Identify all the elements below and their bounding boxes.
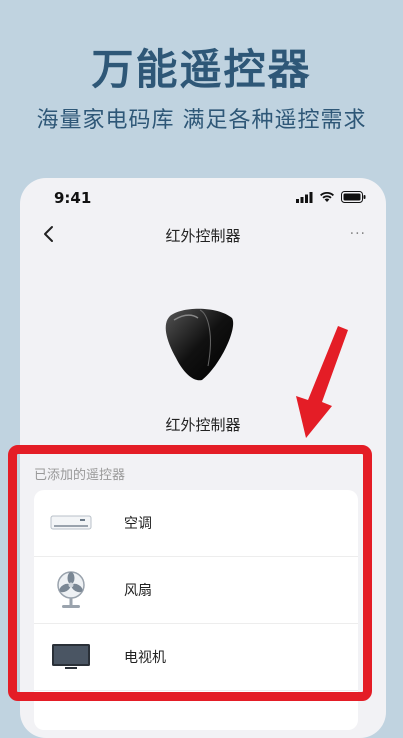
page-title: 红外控制器 (165, 227, 241, 245)
promo-title: 万能遥控器 (91, 45, 312, 94)
signal-icon (296, 191, 313, 203)
battery-icon (341, 191, 366, 203)
promo-subtitle: 海量家电码库 满足各种遥控需求 (36, 108, 367, 133)
highlight-box (8, 445, 372, 701)
status-icons (296, 191, 366, 203)
ir-controller-image (165, 308, 234, 381)
wifi-icon (320, 191, 334, 202)
arrow-icon (296, 326, 348, 438)
more-menu-button[interactable]: ··· (350, 226, 366, 242)
status-time: 9:41 (54, 189, 92, 207)
